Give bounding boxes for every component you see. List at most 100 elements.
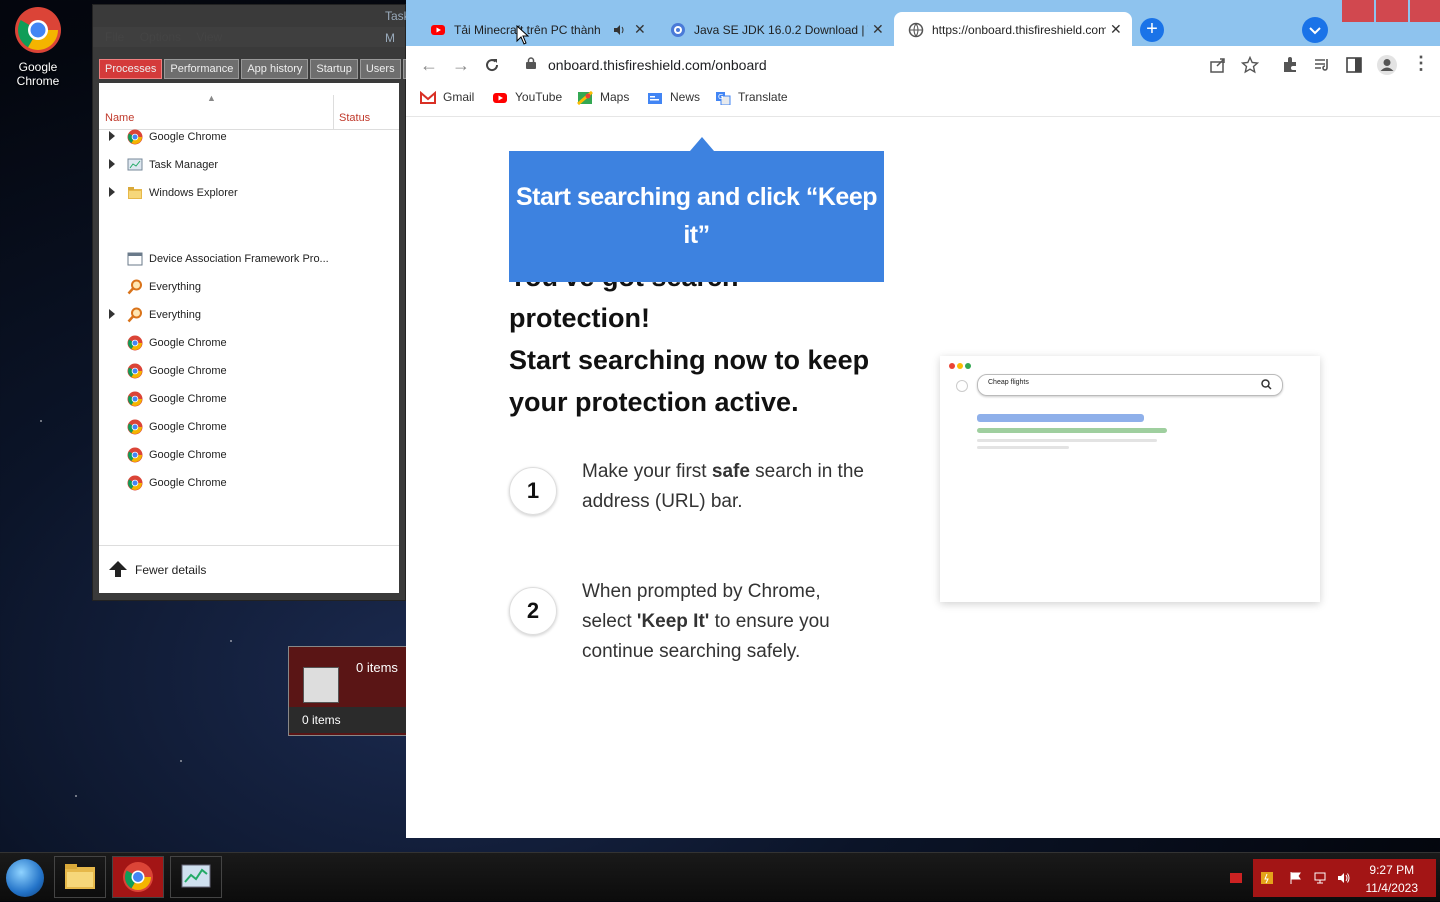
tab-strip: Tải Minecraft trên PC thành c ✕ Java SE … [406, 0, 1440, 46]
expand-arrow-icon[interactable] [109, 309, 115, 319]
menu-options[interactable]: Options [140, 30, 181, 44]
taskbar-task-manager[interactable] [170, 856, 222, 898]
clock[interactable]: 9:27 PM 11/4/2023 [1366, 861, 1419, 897]
close-icon[interactable]: ✕ [872, 21, 884, 38]
close-icon[interactable]: ✕ [634, 21, 646, 38]
preview-search-bar: Cheap flights [977, 374, 1283, 396]
window-close-button[interactable] [1410, 0, 1440, 22]
tab-fireshield[interactable]: https://onboard.thisfireshield.com ✕ [894, 12, 1132, 46]
onboarding-tooltip: Start searching and click “Keep it” [509, 151, 884, 282]
headline-line-1: protection! [509, 303, 650, 333]
browser-preview-illustration: Cheap flights [940, 356, 1320, 602]
maximize-button[interactable] [1376, 0, 1408, 22]
process-row[interactable]: Everything [99, 273, 399, 301]
tab-processes[interactable]: Processes [99, 59, 163, 79]
page-headline: protection! Start searching now to keep … [509, 297, 889, 423]
tab-performance[interactable]: Performance [164, 59, 240, 79]
process-row[interactable]: Task Manager [99, 151, 399, 179]
gmail-icon [420, 90, 436, 104]
task-manager-menu: File Options View [93, 27, 405, 47]
task-manager-icon [127, 157, 143, 173]
step-text: Make your first safe search in the addre… [582, 461, 864, 512]
address-bar[interactable]: onboard.thisfireshield.com/onboard [514, 51, 1274, 79]
bookmark-youtube[interactable]: YouTube [492, 90, 562, 105]
process-row[interactable]: Google Chrome [99, 385, 399, 413]
process-row[interactable]: Windows Explorer [99, 179, 399, 207]
tab-search-button[interactable] [1302, 17, 1328, 43]
new-tab-button[interactable]: + [1140, 18, 1164, 42]
process-name: Device Association Framework Pro... [149, 253, 329, 265]
tab-app-history[interactable]: App history [241, 59, 309, 79]
sort-arrow-icon: ▲ [207, 93, 216, 103]
share-icon[interactable] [1209, 56, 1227, 74]
process-name: Google Chrome [149, 449, 227, 461]
url-text: onboard.thisfireshield.com/onboard [548, 57, 767, 73]
items-count-top: 0 items [356, 660, 398, 675]
fewer-details-button[interactable]: Fewer details [99, 545, 399, 594]
clock-date: 11/4/2023 [1365, 881, 1419, 895]
volume-icon[interactable] [1337, 871, 1351, 885]
expand-arrow-icon[interactable] [109, 187, 115, 197]
process-row[interactable]: Google Chrome [99, 441, 399, 469]
taskbar: 9:27 PM 11/4/2023 [0, 852, 1440, 901]
reload-icon[interactable] [483, 56, 501, 74]
tab-java-jdk[interactable]: Java SE JDK 16.0.2 Download | Te ✕ [656, 12, 892, 46]
widget-thumbnail [303, 667, 339, 703]
media-controls-icon[interactable] [1313, 56, 1331, 74]
step-text: When prompted by Chrome, select 'Keep It… [582, 581, 830, 662]
tab-minecraft[interactable]: Tải Minecraft trên PC thành c ✕ [416, 12, 656, 46]
side-panel-icon[interactable] [1345, 56, 1363, 74]
process-row[interactable]: Google Chrome [99, 329, 399, 357]
process-row[interactable]: Google Chrome [99, 123, 399, 151]
youtube-icon [431, 25, 445, 35]
expand-arrow-icon[interactable] [109, 159, 115, 169]
tab-users[interactable]: Users [359, 59, 401, 79]
bookmark-translate[interactable]: G Translate [715, 90, 788, 105]
magnifier-icon [127, 307, 143, 323]
items-widget[interactable]: 0 items 0 items [288, 646, 408, 736]
network-icon[interactable] [1313, 871, 1327, 885]
bookmark-maps[interactable]: Maps [577, 90, 629, 105]
bookmark-news[interactable]: News [647, 90, 700, 105]
expand-arrow-icon[interactable] [109, 131, 115, 141]
chrome-icon [127, 419, 143, 435]
tray-flag-icon[interactable] [1230, 873, 1242, 883]
process-name: Everything [149, 309, 201, 321]
process-row[interactable]: Google Chrome [99, 357, 399, 385]
process-row[interactable]: Everything [99, 301, 399, 329]
step-number: 1 [509, 467, 557, 515]
desktop-chrome-shortcut[interactable]: Google Chrome [8, 6, 68, 88]
taskbar-explorer[interactable] [54, 856, 106, 898]
lock-icon[interactable] [526, 57, 536, 69]
bookmark-gmail[interactable]: Gmail [420, 90, 474, 105]
process-row[interactable]: Google Chrome [99, 469, 399, 497]
menu-view[interactable]: View [196, 30, 222, 44]
magnifier-icon [127, 279, 143, 295]
process-list: ▲ Name Status Google Chrome Task Manager W… [99, 83, 399, 593]
extensions-icon[interactable] [1281, 56, 1299, 74]
minimize-button[interactable] [1342, 0, 1374, 22]
process-row[interactable]: Device Association Framework Pro... [99, 245, 399, 273]
power-icon[interactable] [1260, 871, 1274, 885]
task-manager-titlebar[interactable]: Task M [93, 5, 410, 45]
bookmark-label: News [670, 90, 701, 104]
tab-startup[interactable]: Startup [310, 59, 358, 79]
menu-kebab-icon[interactable]: ⋮ [1412, 53, 1430, 74]
start-button[interactable] [6, 859, 44, 897]
close-icon[interactable]: ✕ [1110, 21, 1122, 38]
menu-file[interactable]: File [105, 30, 124, 44]
news-icon [648, 92, 662, 104]
process-name: Windows Explorer [149, 187, 238, 199]
action-center-flag-icon[interactable] [1289, 871, 1303, 885]
taskbar-chrome[interactable] [112, 856, 164, 898]
profile-avatar-icon[interactable] [1376, 54, 1398, 76]
task-manager-tabs: Processes Performance App history Startu… [99, 59, 423, 79]
speaker-icon[interactable] [612, 23, 626, 37]
forward-arrow-icon[interactable]: → [452, 55, 470, 76]
process-name: Google Chrome [149, 477, 227, 489]
back-arrow-icon[interactable]: ← [420, 55, 438, 76]
chrome-icon [127, 447, 143, 463]
process-row[interactable]: Google Chrome [99, 413, 399, 441]
java-site-icon [671, 23, 685, 37]
star-icon[interactable] [1241, 56, 1259, 74]
